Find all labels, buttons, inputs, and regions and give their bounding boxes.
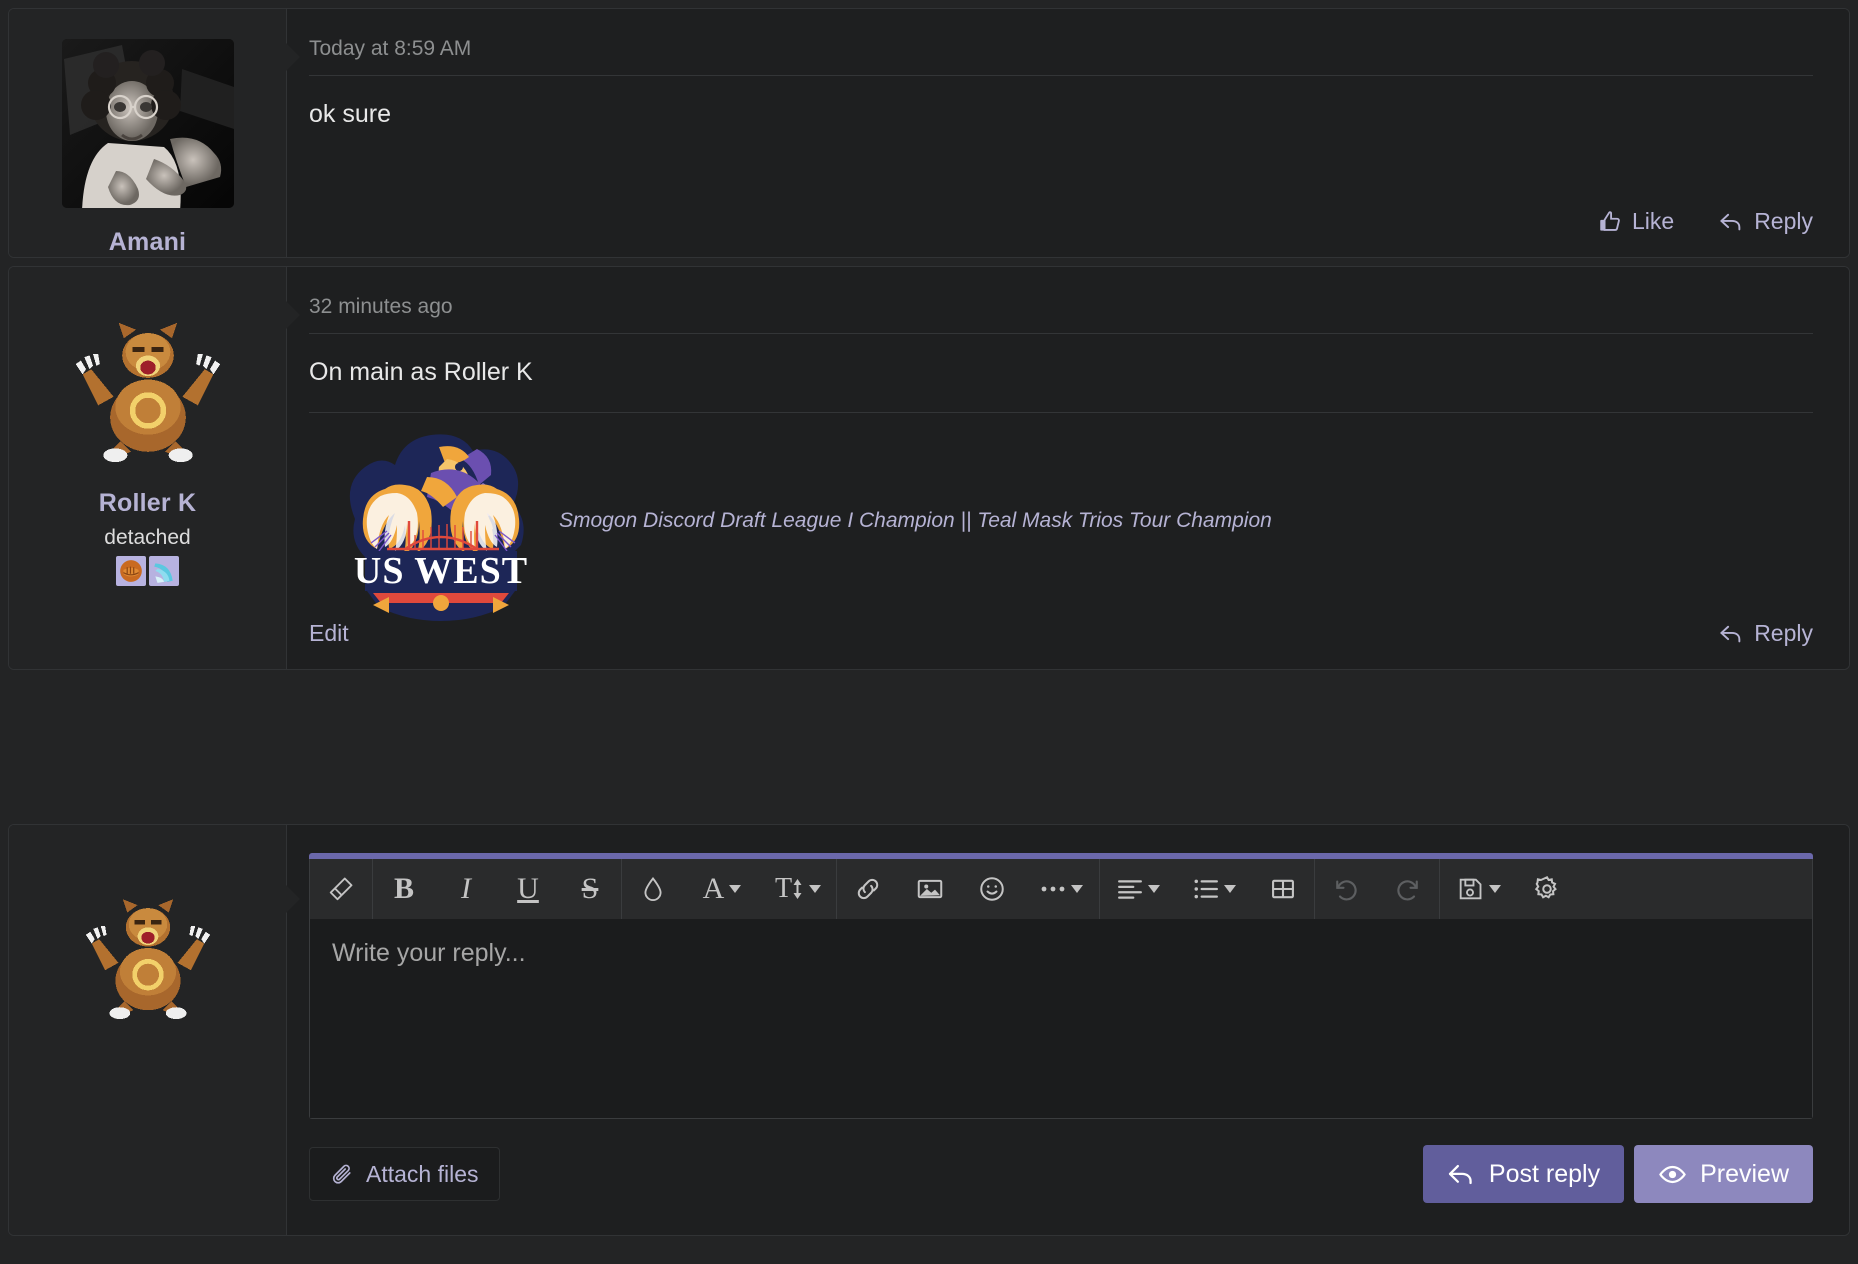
post-content: 32 minutes ago On main as Roller K bbox=[287, 267, 1849, 669]
reply-placeholder: Write your reply... bbox=[332, 939, 526, 967]
preview-label: Preview bbox=[1700, 1160, 1789, 1189]
reply-textarea[interactable]: Write your reply... bbox=[309, 919, 1813, 1119]
post-user-title: detached bbox=[104, 526, 190, 550]
fist-badge-icon[interactable] bbox=[116, 556, 146, 586]
font-family-icon[interactable]: A bbox=[684, 859, 760, 919]
post-timestamp[interactable]: 32 minutes ago bbox=[309, 295, 1813, 333]
post-action-bar: Reply bbox=[1718, 620, 1813, 647]
eye-icon bbox=[1658, 1160, 1687, 1189]
reply-user-column bbox=[9, 825, 287, 1235]
post-reply-label: Post reply bbox=[1489, 1160, 1600, 1189]
image-icon[interactable] bbox=[899, 859, 961, 919]
avatar-image bbox=[74, 877, 222, 1025]
reply-button[interactable]: Reply bbox=[1718, 208, 1813, 235]
post-notch bbox=[286, 43, 300, 71]
italic-icon[interactable]: I bbox=[435, 859, 497, 919]
post-username[interactable]: Roller K bbox=[99, 489, 196, 518]
avatar[interactable] bbox=[62, 297, 234, 469]
chevron-down-icon bbox=[1148, 885, 1160, 893]
list-icon[interactable] bbox=[1176, 859, 1252, 919]
underline-icon[interactable]: U bbox=[497, 859, 559, 919]
reply-label: Reply bbox=[1754, 620, 1813, 647]
post-message: ok sure bbox=[309, 76, 1813, 132]
rich-text-editor: B I U S bbox=[309, 853, 1813, 1119]
user-badges bbox=[116, 556, 179, 586]
reply-editor: B I U S bbox=[287, 825, 1849, 1235]
avatar-image bbox=[62, 39, 234, 208]
font-size-icon[interactable]: T bbox=[760, 859, 836, 919]
chevron-down-icon bbox=[1071, 885, 1083, 893]
like-button[interactable]: Like bbox=[1597, 208, 1674, 235]
text-align-icon[interactable] bbox=[1100, 859, 1176, 919]
avatar[interactable] bbox=[62, 39, 234, 208]
reply-label: Reply bbox=[1754, 208, 1813, 235]
wing-icon bbox=[151, 558, 177, 584]
editor-toolbar: B I U S bbox=[309, 859, 1813, 919]
signature-text: Smogon Discord Draft League I Champion |… bbox=[559, 509, 1272, 533]
wing-badge-icon[interactable] bbox=[149, 556, 179, 586]
thumbs-up-icon bbox=[1597, 209, 1623, 235]
fist-icon bbox=[118, 558, 144, 584]
thread-page: Amani Today at 8:59 AM ok sure Like bbox=[0, 0, 1858, 1264]
post-notch bbox=[286, 301, 300, 329]
post-user-column: Amani bbox=[9, 9, 287, 257]
edit-button[interactable]: Edit bbox=[309, 620, 349, 647]
chevron-down-icon bbox=[1224, 885, 1236, 893]
reply-arrow-icon bbox=[1447, 1160, 1476, 1189]
avatar-image bbox=[62, 297, 234, 469]
link-icon[interactable] bbox=[837, 859, 899, 919]
post-message: On main as Roller K bbox=[309, 334, 1813, 390]
attach-files-label: Attach files bbox=[366, 1161, 479, 1188]
post-content: Today at 8:59 AM ok sure Like Reply bbox=[287, 9, 1849, 257]
reply-arrow-icon bbox=[1718, 208, 1745, 235]
post-amani: Amani Today at 8:59 AM ok sure Like bbox=[8, 8, 1850, 258]
more-options-icon[interactable] bbox=[1023, 859, 1099, 919]
like-label: Like bbox=[1632, 208, 1674, 235]
post-reply-button[interactable]: Post reply bbox=[1423, 1145, 1624, 1203]
gear-icon[interactable] bbox=[1516, 859, 1578, 919]
post-user-column: Roller K detached bbox=[9, 267, 287, 669]
post-action-bar: Like Reply bbox=[1597, 208, 1813, 235]
post-rollerk: Roller K detached bbox=[8, 266, 1850, 670]
reply-arrow-icon bbox=[1718, 620, 1745, 647]
preview-button[interactable]: Preview bbox=[1634, 1145, 1813, 1203]
text-color-icon[interactable] bbox=[622, 859, 684, 919]
remove-formatting-icon[interactable] bbox=[310, 859, 372, 919]
reply-footer: Attach files Post reply bbox=[309, 1145, 1813, 1203]
smilies-icon[interactable] bbox=[961, 859, 1023, 919]
table-icon[interactable] bbox=[1252, 859, 1314, 919]
chevron-down-icon bbox=[729, 885, 741, 893]
drafts-icon[interactable] bbox=[1440, 859, 1516, 919]
svg-text:US WEST: US WEST bbox=[354, 550, 528, 592]
redo-icon[interactable] bbox=[1377, 859, 1439, 919]
bold-icon[interactable]: B bbox=[373, 859, 435, 919]
paperclip-icon bbox=[330, 1162, 355, 1187]
strikethrough-icon[interactable]: S bbox=[559, 859, 621, 919]
post-username[interactable]: Amani bbox=[109, 228, 186, 257]
undo-icon[interactable] bbox=[1315, 859, 1377, 919]
signature-image-us-west[interactable]: US WEST bbox=[327, 431, 555, 621]
avatar[interactable] bbox=[74, 877, 222, 1025]
post-timestamp[interactable]: Today at 8:59 AM bbox=[309, 37, 1813, 75]
reply-notch bbox=[286, 885, 300, 913]
chevron-down-icon bbox=[1489, 885, 1501, 893]
chevron-down-icon bbox=[809, 885, 821, 893]
reply-editor-block: B I U S bbox=[8, 824, 1850, 1236]
submit-buttons: Post reply Preview bbox=[1423, 1145, 1813, 1203]
reply-button[interactable]: Reply bbox=[1718, 620, 1813, 647]
signature: US WEST Smogon Discord Draft League I Ch… bbox=[309, 413, 1813, 621]
attach-files-button[interactable]: Attach files bbox=[309, 1147, 500, 1201]
